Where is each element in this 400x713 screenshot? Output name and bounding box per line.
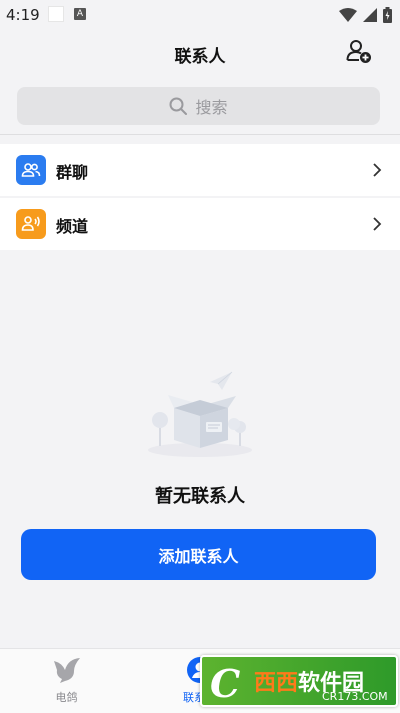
search-input[interactable]: 搜索	[17, 87, 380, 125]
wifi-icon	[339, 8, 357, 22]
chevron-right-icon	[373, 163, 382, 177]
status-bar: 4:19 A	[0, 0, 400, 30]
chevron-right-icon	[373, 217, 382, 231]
add-user-icon	[346, 40, 371, 63]
status-time: 4:19	[6, 6, 40, 24]
nav-bar: 联系人	[0, 30, 400, 74]
tab-pigeon[interactable]: 电鸽	[0, 649, 133, 713]
divider	[0, 134, 400, 135]
search-icon	[169, 97, 188, 115]
group-chat-icon	[16, 155, 46, 185]
add-contact-button[interactable]	[346, 38, 372, 64]
pigeon-icon	[53, 658, 80, 683]
notification-icon	[48, 6, 64, 22]
add-contact-primary-button[interactable]: 添加联系人	[21, 529, 376, 580]
empty-state-text: 暂无联系人	[155, 486, 245, 507]
list-item-label: 群聊	[56, 163, 89, 182]
list-item-channel[interactable]: 频道	[0, 198, 400, 250]
battery-icon	[383, 7, 392, 23]
watermark-letter: C	[210, 661, 241, 706]
signal-icon	[363, 8, 377, 22]
watermark-url: CR173.COM	[322, 690, 388, 703]
search-placeholder: 搜索	[195, 98, 228, 117]
channel-icon	[16, 209, 46, 239]
page-title: 联系人	[174, 47, 226, 67]
empty-box-illustration	[148, 371, 252, 457]
status-icons	[339, 6, 392, 24]
app-notification-icon: A	[74, 8, 86, 20]
list-item-label: 频道	[56, 217, 89, 236]
watermark-logo: C 西西软件园 CR173.COM	[200, 655, 398, 707]
tab-label: 电鸽	[55, 691, 78, 704]
list-item-group-chat[interactable]: 群聊	[0, 144, 400, 196]
